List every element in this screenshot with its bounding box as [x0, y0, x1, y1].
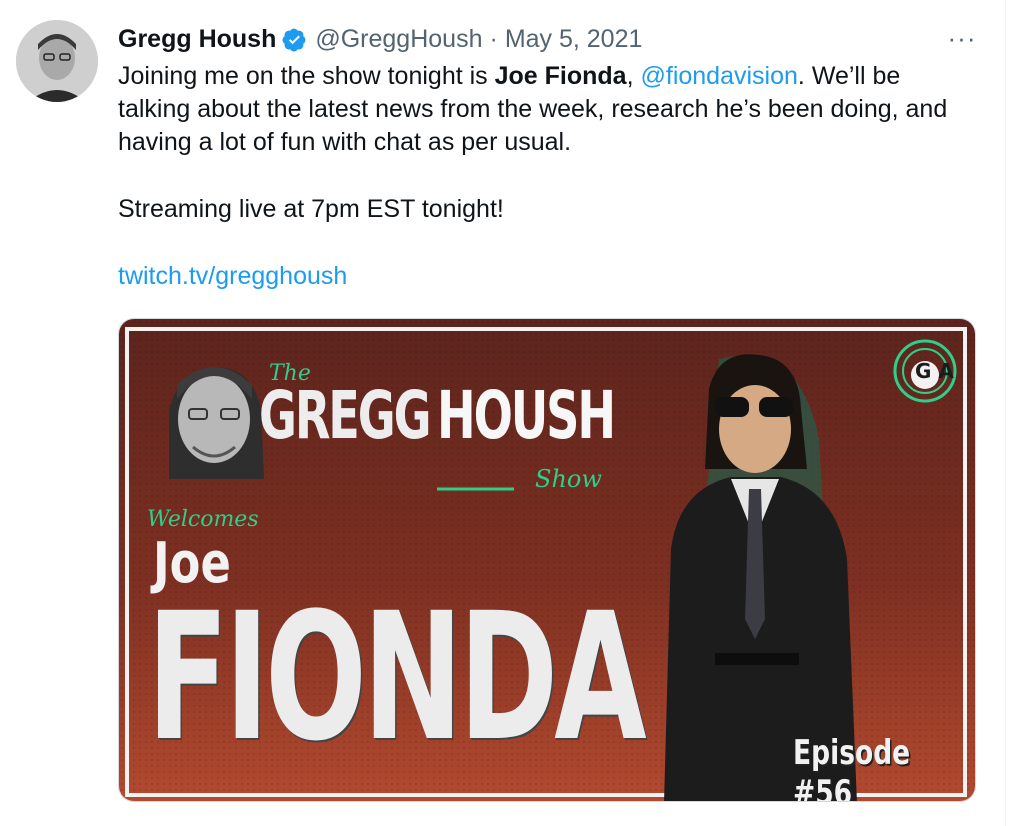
avatar-portrait [16, 20, 98, 102]
twitch-link[interactable]: twitch.tv/gregghoush [118, 262, 347, 290]
mention-link[interactable]: @fiondavision [641, 62, 798, 90]
tweet-text: Joining me on the show tonight is Joe Fi… [118, 60, 978, 293]
banner-show-label: Show [535, 465, 602, 493]
author-handle[interactable]: @GreggHoush [315, 25, 482, 54]
banner-welcomes-label: Welcomes [147, 507, 259, 532]
author-name[interactable]: Gregg Housh [118, 25, 276, 54]
guest-name-bold: Joe Fionda [494, 62, 627, 90]
text-segment: , [626, 62, 641, 90]
column-divider [1005, 0, 1006, 826]
avatar[interactable] [16, 20, 98, 102]
tweet-media-image[interactable]: The GREGG HOUSH Show Welcomes Joe FIONDA… [118, 318, 976, 802]
banner-fionda-label: FIONDA [147, 575, 647, 780]
verified-badge-icon [282, 28, 306, 51]
tweet-header: Gregg Housh @GreggHoush · May 5, 2021 [118, 22, 642, 56]
host-photo [169, 367, 264, 479]
separator-dot: · [489, 24, 498, 53]
more-dots-icon[interactable]: ··· [944, 23, 980, 53]
banner-housh-title: HOUSH [437, 377, 616, 454]
text-segment: Joining me on the show tonight is [118, 62, 495, 90]
banner-episode-label: Episode #56 [793, 733, 911, 802]
banner-gregg-title: GREGG [259, 377, 432, 454]
tweet-paragraph-2: Streaming live at 7pm EST tonight! [118, 195, 504, 223]
tweet-date[interactable]: May 5, 2021 [505, 25, 643, 54]
ga-logo-text: G A [915, 359, 954, 383]
tweet-paragraph-1: Joining me on the show tonight is Joe Fi… [118, 60, 978, 159]
